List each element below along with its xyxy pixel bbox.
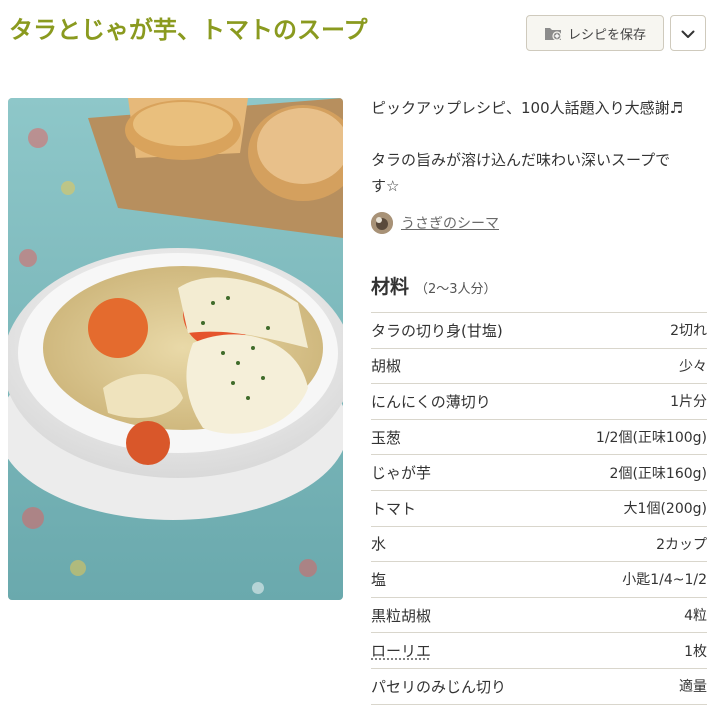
recipe-photo-image (8, 98, 343, 600)
ingredient-quantity: 1/2個(正味100g) (595, 430, 707, 447)
ingredients-list: タラの切り身(甘塩) 2切れ 胡椒 少々 にんにくの薄切り 1片分 玉葱 1/2… (371, 313, 707, 705)
ingredient-row: じゃが芋 2個(正味160g) (371, 455, 707, 491)
ingredient-quantity: 1枚 (684, 643, 707, 660)
recipe-photo[interactable] (8, 98, 343, 600)
ingredient-quantity: 4粒 (684, 608, 707, 625)
ingredient-row: にんにくの薄切り 1片分 (371, 384, 707, 420)
ingredient-row: 玉葱 1/2個(正味100g) (371, 420, 707, 456)
ingredient-name: 水 (371, 535, 387, 554)
ingredient-row: トマト 大1個(200g) (371, 491, 707, 527)
servings: （2～3人分） (415, 282, 497, 297)
ingredient-row: 水 2カップ (371, 527, 707, 563)
recipe-details: ピックアップレシピ、100人話題入り大感謝♬ タラの旨みが溶け込んだ味わい深いス… (371, 95, 707, 705)
ingredient-name: じゃが芋 (371, 464, 432, 483)
description-line: ピックアップレシピ、100人話題入り大感謝♬ (371, 99, 684, 117)
ingredient-quantity: 2個(正味160g) (609, 465, 707, 482)
ingredient-quantity: 適量 (679, 679, 707, 696)
ingredient-quantity: 2カップ (656, 536, 707, 553)
ingredient-quantity: 2切れ (670, 323, 707, 340)
author[interactable]: うさぎのシーマ (371, 211, 707, 235)
save-recipe-button[interactable]: レシピを保存 (526, 15, 664, 51)
ingredient-row: 胡椒 少々 (371, 349, 707, 385)
ingredients-title: 材料 (371, 276, 410, 298)
ingredient-quantity: 少々 (679, 358, 707, 375)
chevron-down-icon (681, 24, 695, 43)
ingredient-quantity: 1片分 (670, 394, 707, 411)
ingredient-row: 塩 小匙1/4~1/2 (371, 562, 707, 598)
ingredient-quantity: 小匙1/4~1/2 (622, 572, 707, 589)
ingredient-name: 黒粒胡椒 (371, 606, 432, 625)
ingredient-row: タラの切り身(甘塩) 2切れ (371, 313, 707, 349)
ingredients-heading: 材料 （2～3人分） (371, 272, 707, 313)
description-line: タラの旨みが溶け込んだ味わい深いスープで (371, 151, 671, 169)
description-line: す☆ (371, 177, 400, 195)
ingredient-name: トマト (371, 499, 417, 518)
avatar (371, 212, 393, 234)
ingredient-name: 塩 (371, 570, 387, 589)
ingredient-name: にんにくの薄切り (371, 392, 491, 411)
save-recipe-label: レシピを保存 (567, 27, 646, 43)
recipe-description: ピックアップレシピ、100人話題入り大感謝♬ タラの旨みが溶け込んだ味わい深いス… (371, 95, 707, 199)
folder-plus-icon (544, 25, 562, 41)
description-spacer (371, 121, 707, 147)
ingredient-name-link[interactable]: ローリエ (371, 640, 431, 661)
more-options-button[interactable] (670, 15, 706, 51)
ingredient-name: 胡椒 (371, 357, 402, 376)
recipe-title: タラとじゃが芋、トマトのスープ (9, 16, 368, 44)
ingredient-row: ローリエ 1枚 (371, 633, 707, 669)
ingredient-name: パセリのみじん切り (371, 677, 507, 696)
ingredient-name: 玉葱 (371, 428, 402, 447)
ingredient-row: パセリのみじん切り 適量 (371, 669, 707, 705)
author-name-link[interactable]: うさぎのシーマ (401, 213, 499, 233)
ingredient-row: 黒粒胡椒 4粒 (371, 598, 707, 634)
ingredient-name: タラの切り身(甘塩) (371, 321, 503, 340)
recipe-header: タラとじゃが芋、トマトのスープ レシピを保存 (0, 0, 721, 64)
ingredient-quantity: 大1個(200g) (623, 501, 707, 518)
